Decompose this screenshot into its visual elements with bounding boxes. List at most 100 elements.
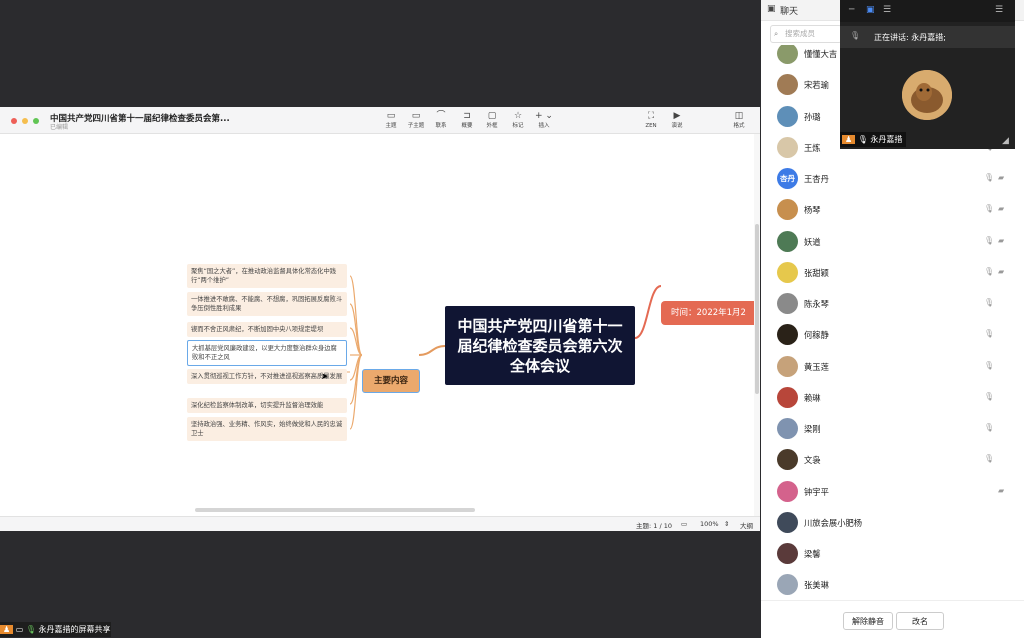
insert-icon: + ⌄ [535,111,553,121]
member-name: 何稼静 [804,330,829,340]
mic-muted-icon[interactable]: 🎙 [984,392,994,401]
share-screen-icon: ▭ [15,625,24,634]
member-row[interactable]: 赖琳 🎙 [761,383,1024,414]
toolbar-label: 概要 [461,123,473,129]
member-name: 王杏丹 [804,174,829,184]
resize-handle-icon[interactable]: ◢ [1002,136,1009,146]
chat-icon: ▣ [767,4,776,14]
toolbar-relationship-button[interactable]: ⌒ 联系 [428,110,454,130]
mic-muted-icon[interactable]: 🎙 [984,236,994,245]
speaker-view-icon[interactable]: ▣ [866,5,875,15]
document-title: 中国共产党四川省第十一届纪律检查委员会第... [50,114,230,124]
subtopic-leaf[interactable]: 锲而不舍正风肃纪，不断加固中央八项规定堤坝 [187,322,347,337]
camera-off-icon[interactable]: ▰ [998,486,1004,495]
toolbar-summary-button[interactable]: ⊐ 概要 [454,110,480,130]
mic-muted-icon[interactable]: 🎙 [984,267,994,276]
subtopic-leaf[interactable]: 一体推进不敢腐、不能腐、不想腐，巩固拓展反腐败斗争压倒性胜利成果 [187,292,347,316]
member-row[interactable]: 文袅 🎙 [761,445,1024,476]
unmute-all-button[interactable]: 解除静音 [843,612,893,630]
member-row[interactable]: 张甜颖 🎙 ▰ [761,258,1024,289]
mic-muted-icon[interactable]: 🎙 [984,173,994,182]
mindmap-connectors [187,275,662,430]
mic-muted-icon[interactable]: 🎙 [984,204,994,213]
member-avatar [777,574,798,595]
member-name: 川旅会展小肥杨 [804,518,863,528]
member-name: 杨琴 [804,205,821,215]
toolbar-zen-button[interactable]: ⛶ ZEN [638,110,664,130]
member-row[interactable]: 何稼静 🎙 [761,320,1024,351]
minimize-panel-icon[interactable]: ─ [849,5,854,15]
subtopic-leaf[interactable]: 深化纪检监察体制改革，切实提升监督治理效能 [187,398,347,413]
vertical-scrollbar[interactable] [754,134,760,516]
member-name: 赖琳 [804,393,821,403]
maximize-window-button[interactable] [33,118,39,124]
toolbar-subtopic-button[interactable]: ▭ 子主题 [403,110,429,130]
camera-off-icon[interactable]: ▰ [998,267,1004,276]
time-topic[interactable]: 时间：2022年1月2 [661,301,754,325]
toolbar-marker-button[interactable]: ☆ 标记 [505,110,531,130]
gallery-view-icon[interactable]: ☰ [883,5,891,15]
toolbar-boundary-button[interactable]: ▢ 外框 [479,110,505,130]
toolbar-label: 插入 [538,123,550,129]
format-icon: ◫ [734,111,744,121]
panel-menu-icon[interactable]: ☰ [995,5,1003,15]
member-row[interactable]: 梁刚 🎙 [761,414,1024,445]
toolbar-label: 标记 [512,123,524,129]
toolbar-pitch-button[interactable]: ▶ 演说 [664,110,690,130]
host-icon: ♟ [0,625,14,634]
speaker-name-tag: ♟ 🎙 永丹嘉措 [840,132,907,147]
app-statusbar: 主题: 1 / 10 ▭ 100% ⇕ 大纲 [0,516,760,531]
camera-off-icon[interactable]: ▰ [998,204,1004,213]
member-name: 梁刚 [804,424,821,434]
camera-off-icon[interactable]: ▰ [998,173,1004,182]
subtopic-leaf[interactable]: 聚焦“国之大者”，在推动政治监督具体化常态化中践行“两个维护” [187,264,347,288]
member-name: 钟宇平 [804,487,829,497]
member-row[interactable]: 梁馨 [761,539,1024,570]
member-avatar [777,262,798,283]
toolbar-format-button[interactable]: ◫ 格式 [726,110,752,130]
mic-muted-icon[interactable]: 🎙 [984,298,994,307]
member-search-input[interactable]: ⌕ 搜索成员 [770,25,842,43]
outline-button[interactable]: 大纲 [740,520,753,530]
camera-off-icon[interactable]: ▰ [998,236,1004,245]
member-row[interactable]: 妖道 🎙 ▰ [761,227,1024,258]
mindmap-canvas[interactable]: 聚焦“国之大者”，在推动政治监督具体化常态化中践行“两个维护” 一体推进不敢腐、… [0,134,754,516]
member-row[interactable]: 杨琴 🎙 ▰ [761,195,1024,226]
pitch-icon: ▶ [673,111,681,121]
member-row[interactable]: 川旅会展小肥杨 [761,508,1024,539]
central-topic[interactable]: 中国共产党四川省第十一届纪律检查委员会第六次全体会议 [445,306,635,385]
zoom-stepper-icon[interactable]: ⇕ [724,520,729,528]
screen-share-bar[interactable]: ♟ ▭ 🎙 永丹嘉措的屏幕共享 [0,622,111,637]
toolbar-insert-button[interactable]: + ⌄ 插入 [531,110,557,130]
member-avatar [777,45,798,64]
member-row[interactable]: 陈永琴 🎙 [761,289,1024,320]
member-avatar [777,387,798,408]
mic-muted-icon[interactable]: 🎙 [984,454,994,463]
mic-muted-icon[interactable]: 🎙 [984,329,994,338]
member-avatar [777,512,798,533]
member-row[interactable]: 张美琳 [761,570,1024,600]
toolbar-label: ZEN [645,123,657,129]
member-avatar [777,543,798,564]
member-name: 妖道 [804,237,821,247]
close-window-button[interactable] [11,118,17,124]
member-avatar [777,481,798,502]
zoom-level[interactable]: 100% [700,520,719,528]
map-view-icon[interactable]: ▭ [681,520,687,528]
speaker-panel-topbar: ─ ▣ ☰ ☰ [840,0,1015,22]
subtopic-leaf[interactable]: 坚持政治强、业务精、作风实，始终做党和人民的忠诚卫士 [187,417,347,441]
minimize-window-button[interactable] [22,118,28,124]
rename-button[interactable]: 改名 [896,612,944,630]
toolbar-label: 联系 [435,123,447,129]
member-row[interactable]: 杏丹 王杏丹 🎙 ▰ [761,164,1024,195]
member-row[interactable]: 钟宇平 ▰ [761,477,1024,508]
mic-muted-icon[interactable]: 🎙 [984,423,994,432]
subtopic-leaf-selected[interactable]: 大抓基层党风廉政建设，以更大力度整治群众身边腐败和不正之风 [187,340,347,366]
horizontal-scrollbar[interactable] [195,508,475,512]
main-content-topic[interactable]: 主要内容 [362,369,420,393]
toolbar-topic-button[interactable]: ▭ 主题 [378,110,404,130]
member-row[interactable]: 黄玉莲 🎙 [761,352,1024,383]
member-name: 黄玉莲 [804,362,829,372]
mic-muted-icon[interactable]: 🎙 [984,361,994,370]
speaker-video-panel[interactable]: ─ ▣ ☰ ☰ 🎙 正在讲话: 永丹嘉措; ♟ 🎙 永丹嘉措 ◢ [840,0,1015,149]
